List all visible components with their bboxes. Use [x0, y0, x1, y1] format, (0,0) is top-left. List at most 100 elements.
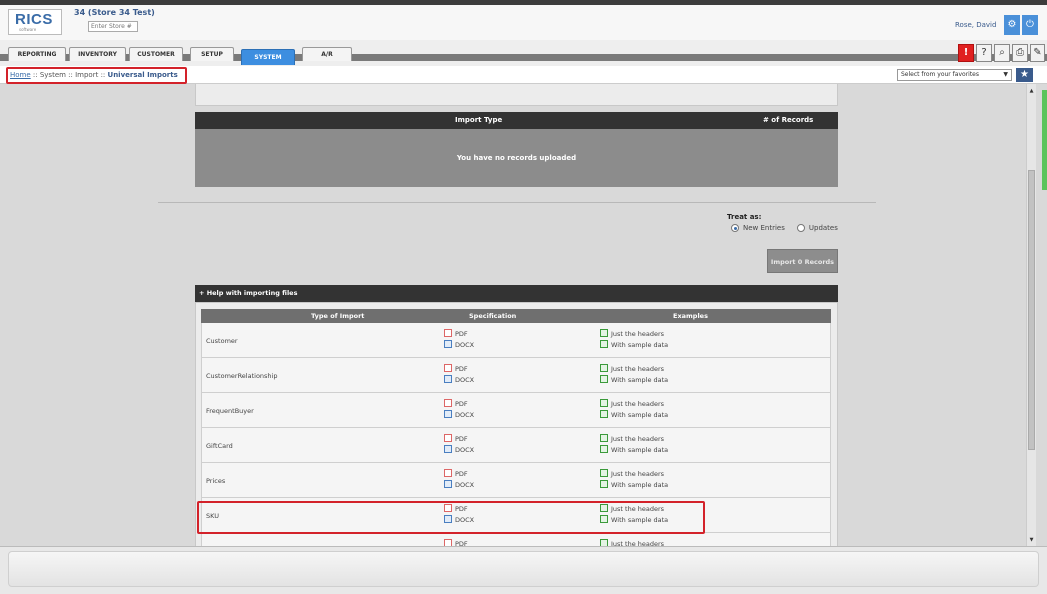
- help-table: Type of Import Specification Examples Cu…: [201, 309, 831, 546]
- col-records: # of Records: [763, 116, 814, 124]
- sample-link[interactable]: With sample data: [600, 340, 668, 351]
- docx-link[interactable]: DOCX: [444, 480, 474, 491]
- sample-link-label: With sample data: [611, 481, 669, 489]
- divider: [158, 202, 876, 203]
- pdf-link-label: PDF: [455, 365, 468, 373]
- settings-gear-icon[interactable]: ⚙: [1004, 15, 1020, 35]
- headers-link[interactable]: Just the headers: [600, 434, 668, 445]
- sample-link[interactable]: With sample data: [600, 515, 668, 526]
- tab-reporting[interactable]: REPORTING: [8, 47, 66, 61]
- docx-link-label: DOCX: [455, 446, 475, 454]
- spreadsheet-icon: [600, 504, 608, 512]
- table-row: SKU PDF DOCX Just the headers With sample da…: [201, 498, 831, 533]
- user-name[interactable]: Rose, David: [955, 21, 996, 29]
- tab-system[interactable]: SYSTEM: [241, 49, 295, 65]
- sample-link-label: With sample data: [611, 411, 669, 419]
- store-number-input[interactable]: [88, 21, 138, 32]
- docx-link-label: DOCX: [455, 411, 475, 419]
- docx-link[interactable]: DOCX: [444, 340, 474, 351]
- logo-subtext: software: [19, 27, 37, 32]
- headers-link[interactable]: Just the headers: [600, 504, 668, 515]
- spreadsheet-icon: [600, 375, 608, 383]
- search-icon[interactable]: ⌕: [994, 44, 1010, 62]
- docx-link-label: DOCX: [455, 376, 475, 384]
- pdf-link[interactable]: PDF: [444, 329, 474, 340]
- scroll-down-icon[interactable]: ▼: [1027, 535, 1036, 545]
- table-row: Customer PDF DOCX Just the headers With samp…: [201, 323, 831, 358]
- docx-icon: [444, 515, 452, 523]
- example-links: Just the headersWith sample data: [600, 469, 668, 491]
- import-records-button[interactable]: Import 0 Records: [767, 249, 838, 273]
- pdf-link[interactable]: PDF: [444, 469, 474, 480]
- help-icon[interactable]: ?: [976, 44, 992, 62]
- pdf-link[interactable]: PDF: [444, 364, 474, 375]
- sample-link-label: With sample data: [611, 446, 669, 454]
- headers-link[interactable]: Just the headers: [600, 539, 668, 546]
- pdf-icon: [444, 434, 452, 442]
- side-tab[interactable]: [1042, 90, 1047, 190]
- radio-new-entries[interactable]: [731, 224, 739, 232]
- pdf-link[interactable]: PDF: [444, 504, 474, 515]
- alert-icon[interactable]: !: [958, 44, 974, 62]
- pdf-link[interactable]: PDF: [444, 434, 474, 445]
- import-type-name: Prices: [206, 477, 226, 485]
- docx-link[interactable]: DOCX: [444, 515, 474, 526]
- sample-link[interactable]: With sample data: [600, 480, 668, 491]
- power-icon[interactable]: ⏻: [1022, 15, 1038, 35]
- headers-link[interactable]: Just the headers: [600, 399, 668, 410]
- pdf-link-label: PDF: [455, 470, 468, 478]
- headers-link[interactable]: Just the headers: [600, 469, 668, 480]
- rics-logo[interactable]: RICS software: [8, 9, 62, 35]
- docx-icon: [444, 445, 452, 453]
- breadcrumb-home-link[interactable]: Home: [10, 71, 31, 79]
- sample-link[interactable]: With sample data: [600, 445, 668, 456]
- tab-ar[interactable]: A/R: [302, 47, 352, 61]
- docx-link[interactable]: DOCX: [444, 410, 474, 421]
- docx-icon: [444, 340, 452, 348]
- breadcrumb-bar: Home :: System :: Import :: Universal Im…: [0, 66, 1047, 84]
- example-links: Just the headersWith sample data: [600, 329, 668, 351]
- print-icon[interactable]: ⎙: [1012, 44, 1028, 62]
- pdf-link[interactable]: PDF: [444, 399, 474, 410]
- scroll-up-icon[interactable]: ▲: [1027, 86, 1036, 96]
- table-row: FrequentBuyer PDF DOCX Just the headers With…: [201, 393, 831, 428]
- treat-as-options: New Entries Updates: [731, 224, 838, 232]
- headers-link[interactable]: Just the headers: [600, 364, 668, 375]
- docx-link[interactable]: DOCX: [444, 445, 474, 456]
- import-type-name: Customer: [206, 337, 238, 345]
- favorite-star-icon[interactable]: ★: [1016, 68, 1033, 82]
- pdf-icon: [444, 504, 452, 512]
- tab-customer[interactable]: CUSTOMER: [129, 47, 183, 61]
- spec-links: PDF DOCX: [444, 329, 474, 351]
- docx-link-label: DOCX: [455, 516, 475, 524]
- scrollbar-thumb[interactable]: [1028, 170, 1035, 450]
- footer: [0, 546, 1047, 594]
- example-links: Just the headersWith sample data: [600, 539, 668, 546]
- favorites-select[interactable]: Select from your favorites ▼: [897, 69, 1012, 81]
- tools-icon[interactable]: ✎: [1030, 44, 1045, 62]
- pdf-icon: [444, 469, 452, 477]
- store-name: 34 (Store 34 Test): [74, 8, 155, 17]
- sample-link-label: With sample data: [611, 341, 669, 349]
- pdf-icon: [444, 539, 452, 546]
- spreadsheet-icon: [600, 340, 608, 348]
- sample-link-label: With sample data: [611, 376, 669, 384]
- tab-inventory[interactable]: INVENTORY: [69, 47, 126, 61]
- col-examples: Examples: [673, 312, 708, 320]
- docx-link-label: DOCX: [455, 341, 475, 349]
- help-toggle[interactable]: + Help with importing files: [195, 285, 838, 302]
- docx-link[interactable]: DOCX: [444, 375, 474, 386]
- table-row: GiftCard PDF DOCX Just the headers With samp…: [201, 428, 831, 463]
- panel-top: [195, 84, 838, 106]
- radio-updates[interactable]: [796, 224, 805, 232]
- spec-links: PDF DOCX: [444, 504, 474, 526]
- help-rows: Customer PDF DOCX Just the headers With samp…: [201, 323, 831, 546]
- headers-link[interactable]: Just the headers: [600, 329, 668, 340]
- sample-link[interactable]: With sample data: [600, 410, 668, 421]
- example-links: Just the headersWith sample data: [600, 364, 668, 386]
- pdf-icon: [444, 329, 452, 337]
- table-row: Prices PDF DOCX Just the headers With sample…: [201, 463, 831, 498]
- sample-link[interactable]: With sample data: [600, 375, 668, 386]
- tab-setup[interactable]: SETUP: [190, 47, 234, 61]
- pdf-link[interactable]: PDF: [444, 539, 474, 546]
